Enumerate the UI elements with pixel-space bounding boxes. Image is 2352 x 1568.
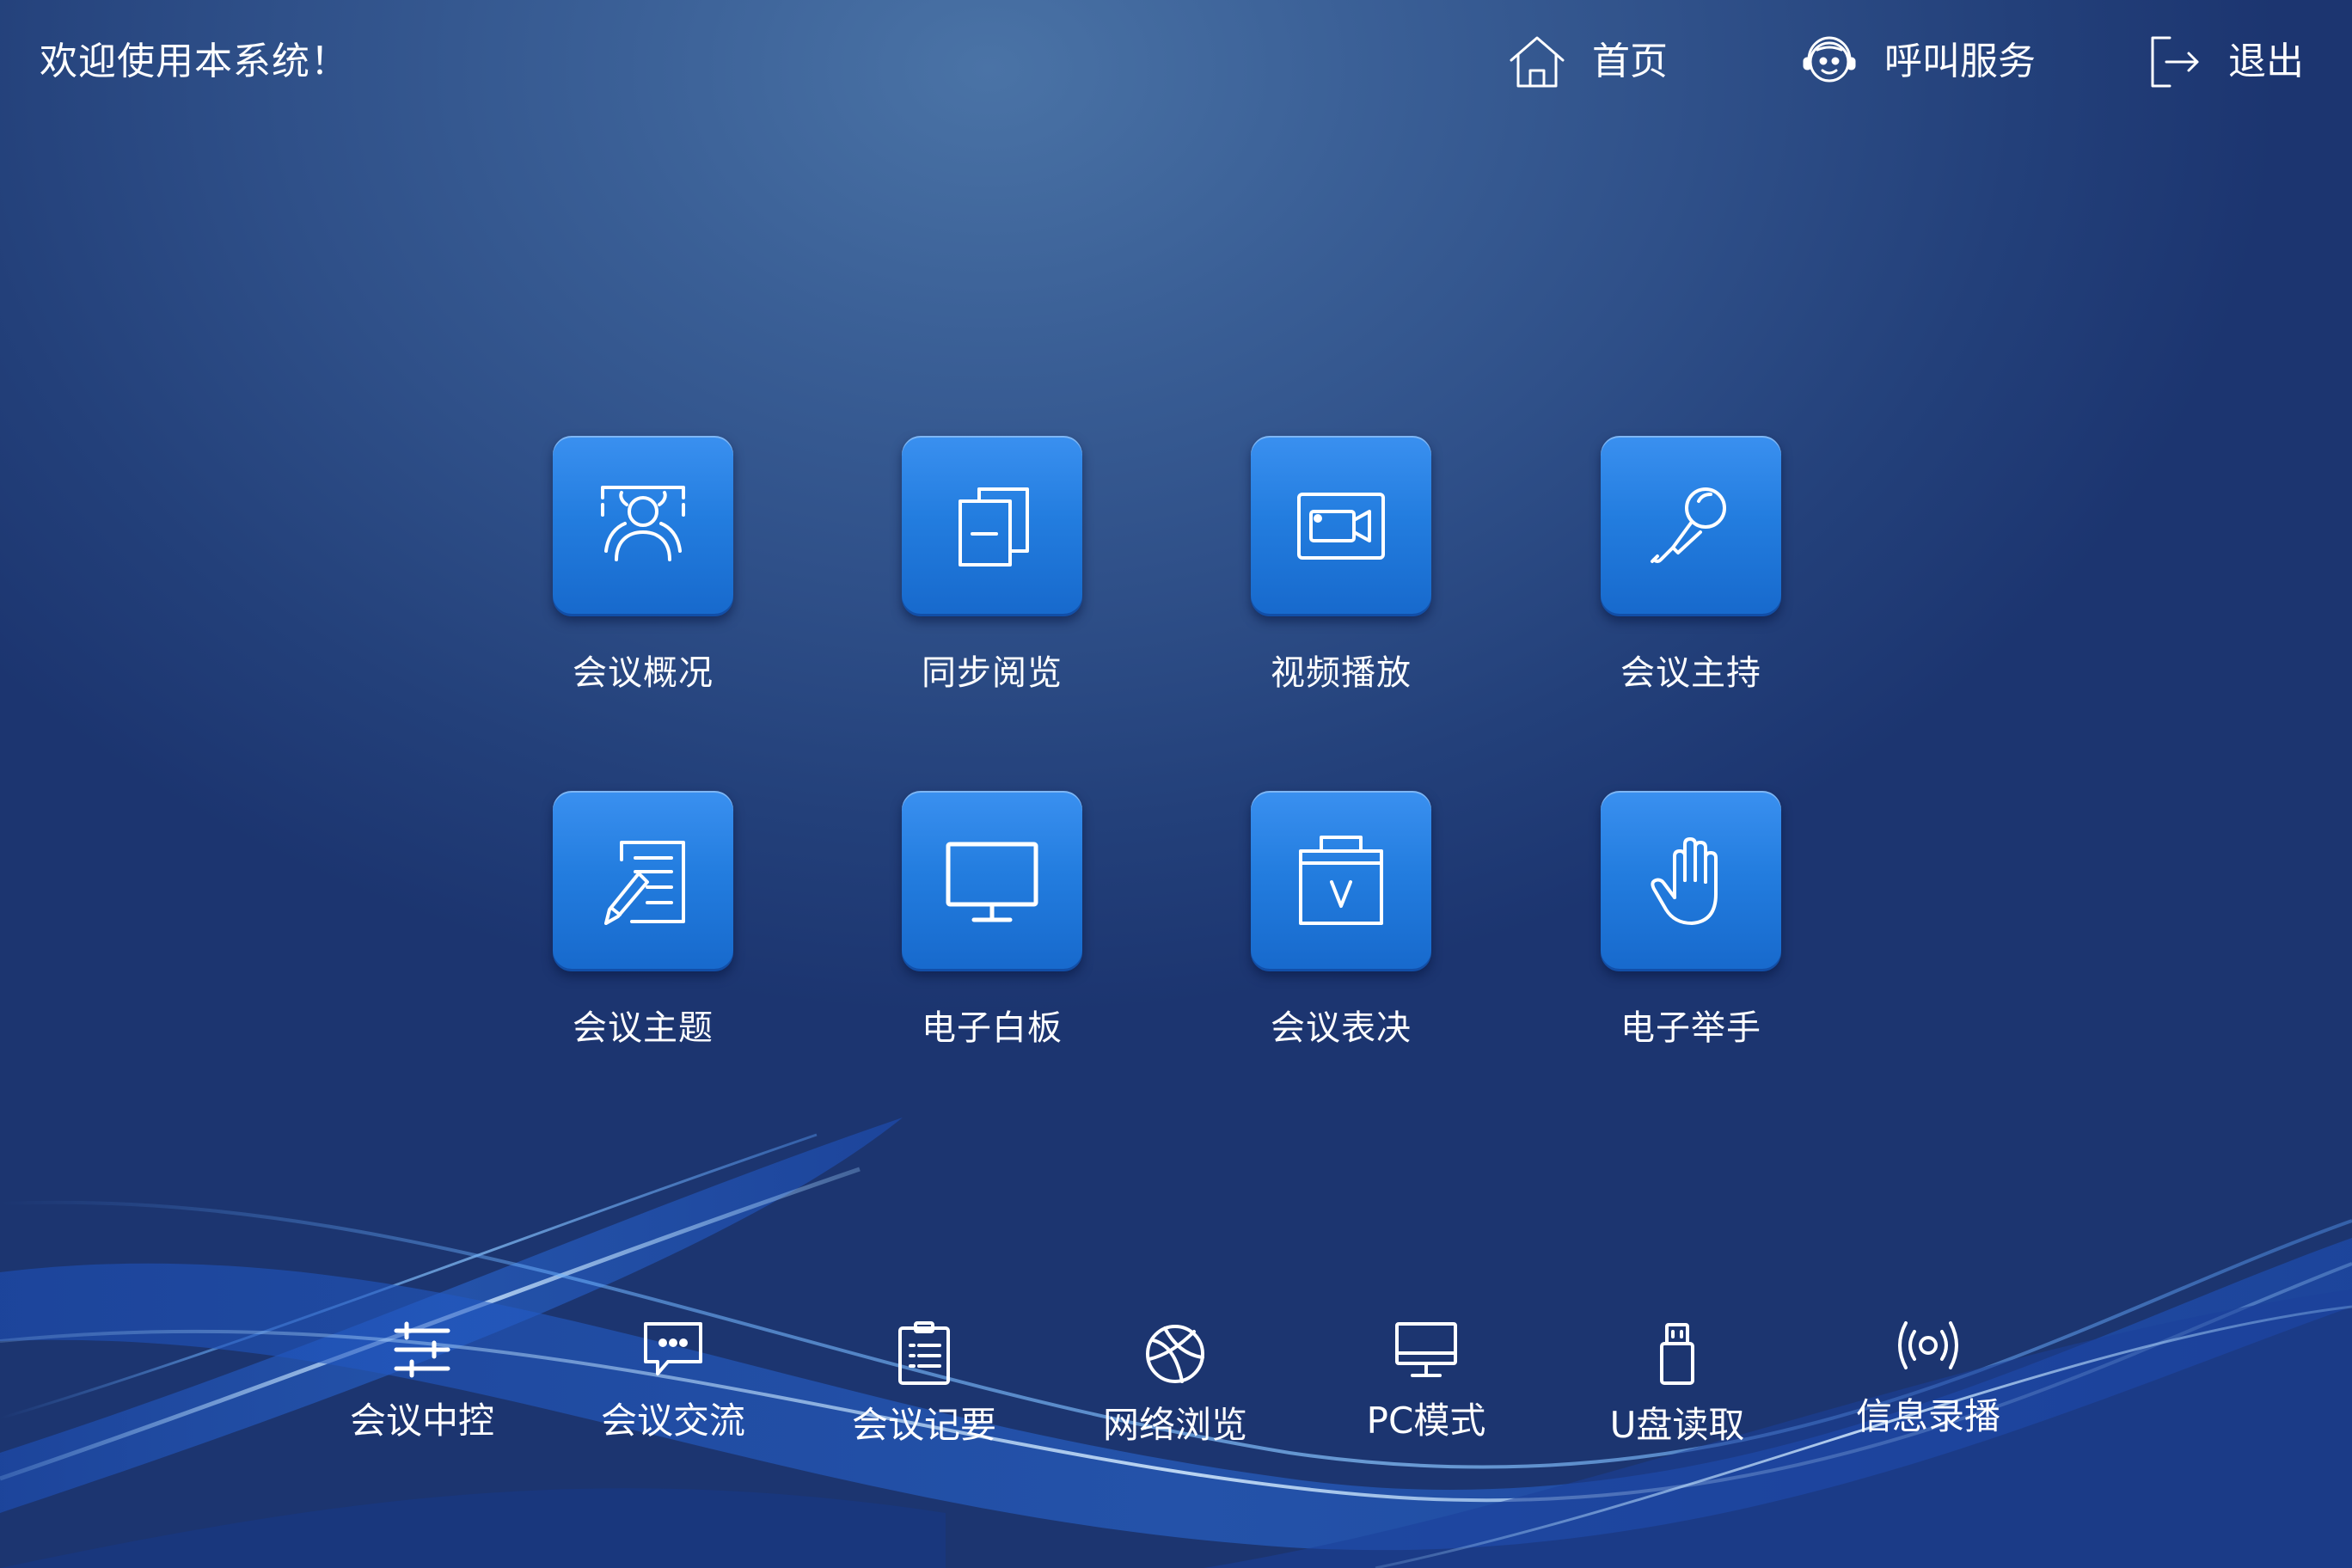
desktop-monitor-icon [1395, 1322, 1457, 1377]
tile-whiteboard-box[interactable] [902, 791, 1082, 971]
welcome-text: 欢迎使用本系统！ [40, 40, 349, 83]
nav-home-label: 首页 [1592, 40, 1668, 83]
tile-meeting-topic-box[interactable] [553, 791, 733, 971]
tile-video-play-box[interactable] [1251, 436, 1431, 616]
nav-call-service-label: 呼叫服务 [1884, 40, 2036, 83]
tile-meeting-overview[interactable]: 会议概况 [544, 436, 742, 697]
dock-meeting-notes-label: 会议记要 [851, 1404, 996, 1446]
dock-info-broadcast[interactable]: 信息录播 [1834, 1311, 2023, 1442]
tile-meeting-vote[interactable]: 会议表决 [1242, 791, 1440, 1052]
meeting-overview-icon [601, 486, 685, 561]
tile-meeting-topic-label: 会议主题 [573, 1008, 714, 1048]
dock-pc-mode-label: PC模式 [1366, 1400, 1486, 1442]
dock-usb-read[interactable]: U盘读取 [1583, 1320, 1772, 1450]
whiteboard-monitor-icon [946, 842, 1038, 922]
control-sliders-icon [394, 1321, 450, 1378]
nav-logout-label: 退出 [2228, 40, 2304, 83]
home-icon [1510, 36, 1565, 88]
broadcast-icon [1898, 1321, 1958, 1369]
video-camera-icon [1297, 493, 1385, 560]
vote-box-icon [1299, 836, 1383, 925]
nav-home-button[interactable]: 首页 [1504, 28, 1668, 96]
dock-web-browse-label: 网络浏览 [1102, 1404, 1247, 1446]
raise-hand-icon [1651, 837, 1718, 925]
clipboard-notes-icon [898, 1321, 950, 1385]
tile-whiteboard[interactable]: 电子白板 [893, 791, 1091, 1052]
tile-raise-hand-label: 电子举手 [1620, 1008, 1761, 1048]
dock-info-broadcast-label: 信息录播 [1855, 1395, 2000, 1437]
usb-drive-icon [1660, 1323, 1694, 1385]
sync-documents-icon [959, 487, 1029, 567]
tile-video-play[interactable]: 视频播放 [1242, 436, 1440, 697]
dock-central-control[interactable]: 会议中控 [328, 1315, 517, 1446]
tile-meeting-host-label: 会议主持 [1620, 653, 1761, 693]
dock-pc-mode[interactable]: PC模式 [1332, 1315, 1521, 1446]
dock-web-browse[interactable]: 网络浏览 [1081, 1320, 1270, 1450]
tile-video-play-label: 视频播放 [1271, 653, 1412, 693]
tile-meeting-overview-box[interactable] [553, 436, 733, 616]
tile-whiteboard-label: 电子白板 [922, 1008, 1063, 1048]
dock-meeting-notes[interactable]: 会议记要 [830, 1320, 1019, 1450]
globe-icon [1146, 1325, 1204, 1383]
tile-meeting-overview-label: 会议概况 [573, 653, 714, 693]
dock-meeting-chat-label: 会议交流 [600, 1400, 745, 1442]
tile-sync-reading-label: 同步阅览 [922, 653, 1063, 693]
tile-meeting-host[interactable]: 会议主持 [1592, 436, 1790, 697]
nav-logout-button[interactable]: 退出 [2141, 28, 2304, 96]
chat-bubble-icon [644, 1322, 702, 1375]
tile-meeting-topic[interactable]: 会议主题 [544, 791, 742, 1052]
tile-sync-reading[interactable]: 同步阅览 [893, 436, 1091, 697]
tile-meeting-vote-label: 会议表决 [1271, 1008, 1412, 1048]
tile-meeting-vote-box[interactable] [1251, 791, 1431, 971]
tile-raise-hand[interactable]: 电子举手 [1592, 791, 1790, 1052]
service-call-icon [1803, 36, 1856, 83]
tile-raise-hand-box[interactable] [1601, 791, 1781, 971]
logout-icon [2151, 36, 2199, 88]
nav-call-service-button[interactable]: 呼叫服务 [1797, 28, 2036, 96]
dock-usb-read-label: U盘读取 [1609, 1404, 1745, 1446]
microphone-icon [1651, 487, 1726, 563]
dock-meeting-chat[interactable]: 会议交流 [579, 1315, 768, 1446]
tile-sync-reading-box[interactable] [902, 436, 1082, 616]
tile-meeting-host-box[interactable] [1601, 436, 1781, 616]
topic-document-icon [604, 841, 685, 925]
dock-central-control-label: 会议中控 [349, 1400, 494, 1442]
